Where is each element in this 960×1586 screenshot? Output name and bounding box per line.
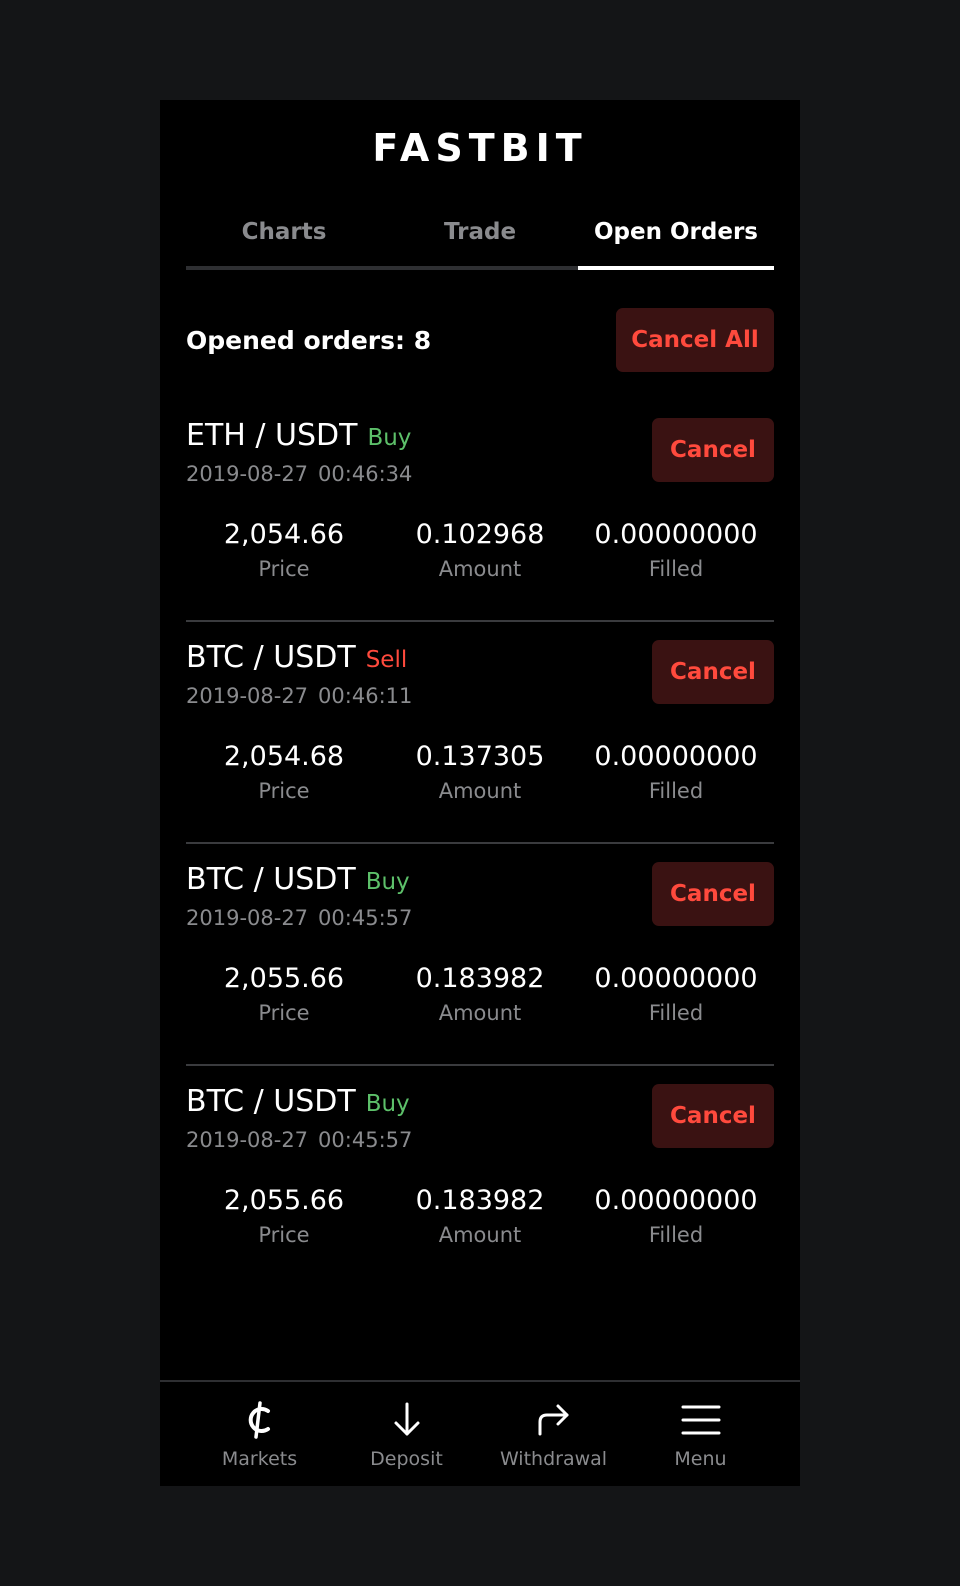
menu-icon [681, 1398, 721, 1442]
order-stats: 2,054.66 Price 0.102968 Amount 0.0000000… [186, 518, 774, 586]
filled-stat: 0.00000000 Filled [578, 962, 774, 1030]
order-side: Buy [365, 869, 410, 895]
nav-deposit-label: Deposit [370, 1448, 443, 1470]
filled-label: Filled [648, 1001, 704, 1025]
order-item: ETH / USDT Buy 2019-08-27 00:46:34 Cancel… [186, 400, 774, 622]
filled-value: 0.00000000 [594, 963, 758, 994]
phone-screen: FASTBIT Charts Trade Open Orders Opened … [160, 100, 800, 1486]
price-stat: 2,055.66 Price [186, 962, 382, 1030]
order-timestamp: 2019-08-27 00:46:11 [186, 684, 412, 708]
tab-open-orders[interactable]: Open Orders [578, 212, 774, 270]
order-pair: ETH / USDT [186, 418, 358, 453]
order-time: 00:45:57 [318, 1128, 413, 1152]
cedi-icon [242, 1398, 278, 1442]
nav-markets-label: Markets [221, 1448, 298, 1470]
order-pair: BTC / USDT [186, 1084, 356, 1119]
order-date: 2019-08-27 [186, 1128, 309, 1152]
order-timestamp: 2019-08-27 00:45:57 [186, 906, 412, 930]
price-stat: 2,054.68 Price [186, 740, 382, 808]
order-item: BTC / USDT Buy 2019-08-27 00:45:57 Cancel… [186, 1066, 774, 1288]
amount-value: 0.183982 [415, 963, 545, 994]
amount-stat: 0.183982 Amount [382, 1184, 578, 1252]
nav-deposit[interactable]: Deposit [333, 1382, 480, 1486]
filled-label: Filled [648, 779, 704, 803]
filled-value: 0.00000000 [594, 519, 758, 550]
filled-stat: 0.00000000 Filled [578, 740, 774, 808]
price-label: Price [258, 1223, 310, 1247]
amount-value: 0.137305 [415, 741, 545, 772]
order-time: 00:46:11 [318, 684, 413, 708]
amount-value: 0.183982 [415, 1185, 545, 1216]
price-stat: 2,055.66 Price [186, 1184, 382, 1252]
cancel-order-button[interactable]: Cancel [652, 1084, 774, 1148]
order-side: Sell [365, 647, 408, 673]
order-stats: 2,055.66 Price 0.183982 Amount 0.0000000… [186, 962, 774, 1030]
arrow-down-icon [391, 1398, 423, 1442]
order-date: 2019-08-27 [186, 906, 309, 930]
orders-summary: Opened orders: 8 Cancel All [186, 308, 774, 372]
order-item: BTC / USDT Buy 2019-08-27 00:45:57 Cancel… [186, 844, 774, 1066]
nav-markets[interactable]: Markets [186, 1382, 333, 1486]
order-stats: 2,055.66 Price 0.183982 Amount 0.0000000… [186, 1184, 774, 1252]
order-date: 2019-08-27 [186, 684, 309, 708]
amount-label: Amount [438, 1001, 522, 1025]
price-value: 2,055.66 [223, 963, 345, 994]
filled-stat: 0.00000000 Filled [578, 1184, 774, 1252]
cancel-order-button[interactable]: Cancel [652, 862, 774, 926]
order-item: BTC / USDT Sell 2019-08-27 00:46:11 Cance… [186, 622, 774, 844]
price-value: 2,055.66 [223, 1185, 345, 1216]
price-label: Price [258, 779, 310, 803]
tab-trade[interactable]: Trade [382, 212, 578, 266]
order-stats: 2,054.68 Price 0.137305 Amount 0.0000000… [186, 740, 774, 808]
filled-label: Filled [648, 557, 704, 581]
orders-list: ETH / USDT Buy 2019-08-27 00:46:34 Cancel… [186, 400, 774, 1288]
nav-menu[interactable]: Menu [627, 1382, 774, 1486]
order-timestamp: 2019-08-27 00:46:34 [186, 462, 412, 486]
cancel-order-button[interactable]: Cancel [652, 640, 774, 704]
filled-stat: 0.00000000 Filled [578, 518, 774, 586]
filled-value: 0.00000000 [594, 741, 758, 772]
filled-label: Filled [648, 1223, 704, 1247]
amount-stat: 0.183982 Amount [382, 962, 578, 1030]
price-label: Price [258, 1001, 310, 1025]
order-date: 2019-08-27 [186, 462, 309, 486]
amount-label: Amount [438, 779, 522, 803]
bottom-navigation: Markets Deposit Withdrawal Menu [160, 1380, 800, 1486]
app-logo: FASTBIT [372, 126, 588, 170]
nav-withdrawal[interactable]: Withdrawal [480, 1382, 627, 1486]
order-pair: BTC / USDT [186, 640, 356, 675]
price-stat: 2,054.66 Price [186, 518, 382, 586]
tab-charts[interactable]: Charts [186, 212, 382, 266]
nav-withdrawal-label: Withdrawal [499, 1448, 608, 1470]
forward-arrow-icon [534, 1398, 574, 1442]
nav-menu-label: Menu [674, 1448, 727, 1470]
amount-stat: 0.137305 Amount [382, 740, 578, 808]
amount-value: 0.102968 [415, 519, 545, 550]
price-value: 2,054.68 [223, 741, 345, 772]
order-time: 00:46:34 [318, 462, 413, 486]
order-pair: BTC / USDT [186, 862, 356, 897]
cancel-all-button[interactable]: Cancel All [616, 308, 774, 372]
price-value: 2,054.66 [223, 519, 345, 550]
filled-value: 0.00000000 [594, 1185, 758, 1216]
amount-label: Amount [438, 557, 522, 581]
order-timestamp: 2019-08-27 00:45:57 [186, 1128, 412, 1152]
price-label: Price [258, 557, 310, 581]
order-time: 00:45:57 [318, 906, 413, 930]
cancel-order-button[interactable]: Cancel [652, 418, 774, 482]
tab-bar: Charts Trade Open Orders [186, 212, 774, 270]
order-side: Buy [365, 1091, 410, 1117]
amount-stat: 0.102968 Amount [382, 518, 578, 586]
order-side: Buy [367, 425, 412, 451]
amount-label: Amount [438, 1223, 522, 1247]
opened-orders-count: Opened orders: 8 [186, 325, 432, 355]
